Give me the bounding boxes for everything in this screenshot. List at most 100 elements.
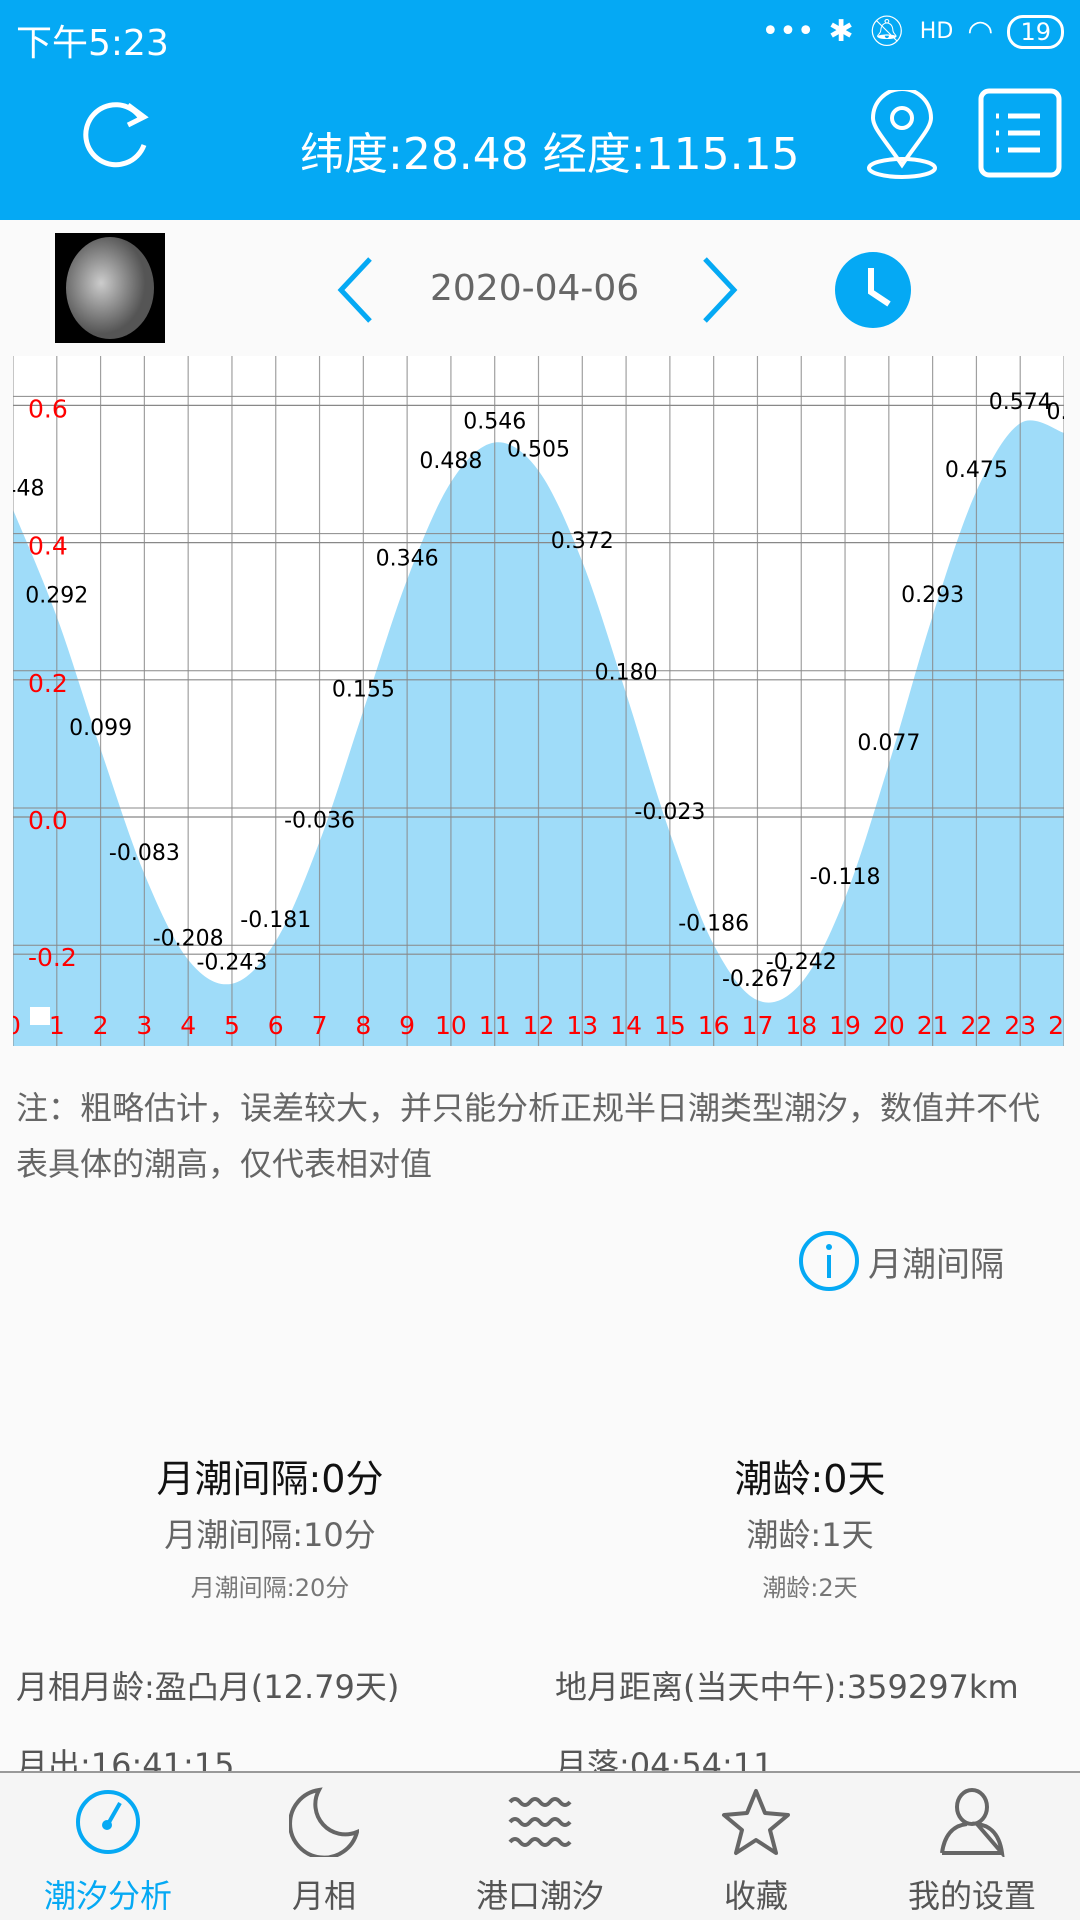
data-label: 0.546 xyxy=(463,409,526,434)
data-label: -0.186 xyxy=(678,912,749,937)
data-label: 0.077 xyxy=(857,731,920,756)
nav-port-tide[interactable]: 港口潮汐 xyxy=(432,1773,648,1920)
y-tick-label: 0.4 xyxy=(28,532,68,561)
stat-right-1: 潮龄:1天 xyxy=(746,1516,874,1554)
y-tick-label: 0.6 xyxy=(28,394,68,423)
info-label: 月潮间隔 xyxy=(868,1244,1004,1285)
data-label: 0.155 xyxy=(332,678,395,703)
list-icon[interactable] xyxy=(978,88,1062,178)
gauge-icon xyxy=(76,1790,140,1854)
data-label: 0.475 xyxy=(945,458,1008,483)
nav-favorites[interactable]: 收藏 xyxy=(648,1773,864,1920)
x-tick-label: 21 xyxy=(917,1011,949,1040)
status-icons: ••• ✱ 🔕︎ HD ◠ 19 xyxy=(761,14,1064,49)
x-tick-label: 3 xyxy=(136,1011,152,1040)
moon-phase-image xyxy=(55,233,165,343)
data-label: -0.023 xyxy=(634,800,705,825)
y-tick-label: -0.2 xyxy=(28,943,77,972)
x-tick-label: 8 xyxy=(355,1011,371,1040)
data-label: -0.083 xyxy=(109,841,180,866)
data-label: 0.505 xyxy=(507,438,570,463)
x-tick-label: 20 xyxy=(873,1011,905,1040)
x-tick-label: 15 xyxy=(654,1011,686,1040)
x-tick-label: 7 xyxy=(312,1011,328,1040)
note-text: 注：粗略估计，误差较大，并只能分析正规半日潮类型潮汐，数值并不代表具体的潮高，仅… xyxy=(16,1089,1041,1183)
moon-distance-text: 地月距离(当天中午):359297km xyxy=(555,1668,1019,1706)
stat-right-0: 潮龄:0天 xyxy=(734,1457,886,1501)
x-tick-label: 22 xyxy=(961,1011,993,1040)
status-time: 下午5:23 xyxy=(16,23,169,64)
bottom-nav: 潮汐分析 月相 港口潮汐 收藏 我的设置 xyxy=(0,1771,1080,1920)
x-tick-label: 17 xyxy=(742,1011,774,1040)
user-icon xyxy=(940,1788,1005,1857)
data-label: -0.181 xyxy=(240,908,311,933)
moon-phase-text: 月相月龄:盈凸月(12.79天) xyxy=(16,1668,400,1706)
x-tick-label: 12 xyxy=(523,1011,555,1040)
nav-label: 潮汐分析 xyxy=(43,1877,172,1915)
nav-moon-phase[interactable]: 月相 xyxy=(216,1773,432,1920)
data-label: 0.292 xyxy=(25,584,88,609)
mute-icon: 🔕︎ xyxy=(867,14,906,49)
clock-icon[interactable] xyxy=(835,252,911,328)
nav-tide-analysis[interactable]: 潮汐分析 xyxy=(0,1773,216,1920)
data-label: -0.208 xyxy=(153,927,224,952)
nav-label: 收藏 xyxy=(723,1877,788,1915)
data-label: 0.488 xyxy=(419,449,482,474)
x-tick-label: 1 xyxy=(49,1011,65,1040)
data-label: 0.293 xyxy=(901,583,964,608)
nav-settings[interactable]: 我的设置 xyxy=(864,1773,1080,1920)
nav-label: 月相 xyxy=(291,1877,356,1915)
waves-icon xyxy=(508,1797,572,1847)
refresh-icon[interactable] xyxy=(78,95,158,175)
date-label[interactable]: 2020-04-06 xyxy=(430,268,639,309)
nav-label: 我的设置 xyxy=(907,1877,1036,1915)
info-icon xyxy=(799,1231,859,1291)
data-label: -0.243 xyxy=(196,951,267,976)
y-tick-label: 0.2 xyxy=(28,669,68,698)
data-label: -0.118 xyxy=(810,865,881,890)
nav-label: 港口潮汐 xyxy=(475,1877,604,1915)
data-label: 0.372 xyxy=(551,529,614,554)
x-tick-label: 19 xyxy=(829,1011,861,1040)
wifi-icon: ◠ xyxy=(967,14,994,49)
data-label: 0.346 xyxy=(376,547,439,572)
app-header: 下午5:23 ••• ✱ 🔕︎ HD ◠ 19 纬度:28.48 经度:115.… xyxy=(0,0,1080,220)
x-tick-label: 6 xyxy=(268,1011,284,1040)
x-tick-label: 4 xyxy=(180,1011,196,1040)
x-tick-label: 16 xyxy=(698,1011,730,1040)
data-label: 0.574 xyxy=(989,390,1052,415)
location-pin-icon[interactable] xyxy=(865,90,940,180)
coordinates: 纬度:28.48 经度:115.15 xyxy=(300,129,800,180)
info-button[interactable]: 月潮间隔 xyxy=(798,1230,1004,1292)
x-tick-label: 18 xyxy=(785,1011,817,1040)
x-tick-label: 23 xyxy=(1004,1011,1036,1040)
moon-icon xyxy=(289,1787,359,1857)
data-label: -0.242 xyxy=(766,950,837,975)
x-tick-label: 9 xyxy=(399,1011,415,1040)
stat-left-1: 月潮间隔:10分 xyxy=(164,1516,376,1554)
chevron-left-icon[interactable] xyxy=(335,255,375,325)
x-tick-label: 10 xyxy=(435,1011,467,1040)
data-label: -0.036 xyxy=(284,809,355,834)
star-icon xyxy=(722,1789,790,1855)
stat-right-2: 潮龄:2天 xyxy=(762,1574,858,1602)
signal-icon: HD xyxy=(919,19,954,44)
chart-left-margin xyxy=(0,356,13,1046)
chevron-right-icon[interactable] xyxy=(700,255,740,325)
battery-icon: 19 xyxy=(1007,14,1064,49)
legend-swatch xyxy=(30,1007,50,1025)
stat-left-2: 月潮间隔:20分 xyxy=(190,1574,350,1602)
chart-right-margin xyxy=(1064,356,1080,1046)
stat-left-0: 月潮间隔:0分 xyxy=(156,1457,384,1501)
x-tick-label: 13 xyxy=(566,1011,598,1040)
x-tick-label: 2 xyxy=(93,1011,109,1040)
bluetooth-icon: ✱ xyxy=(828,14,854,49)
tide-chart: -0.20.00.20.40.6012345678910111213141516… xyxy=(0,356,1080,1046)
more-dots-icon: ••• xyxy=(761,14,815,49)
y-tick-label: 0.0 xyxy=(28,806,68,835)
x-tick-label: 5 xyxy=(224,1011,240,1040)
data-label: 0.180 xyxy=(595,661,658,686)
x-tick-label: 14 xyxy=(610,1011,642,1040)
x-tick-label: 11 xyxy=(479,1011,511,1040)
data-label: 0.099 xyxy=(69,716,132,741)
